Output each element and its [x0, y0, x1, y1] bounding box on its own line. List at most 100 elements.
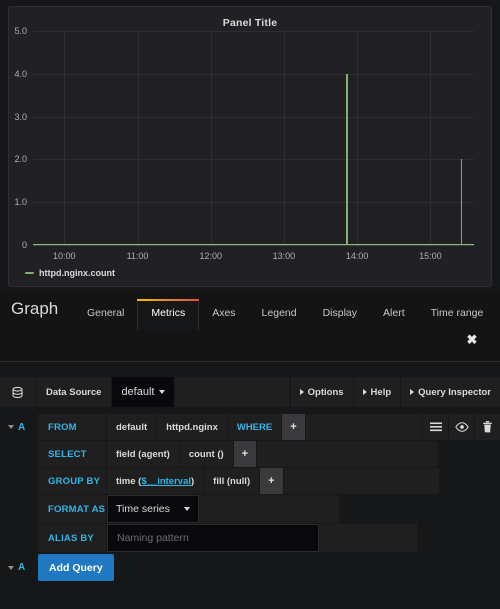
gridline-y-3 — [33, 116, 474, 118]
footer-ref-id: A — [18, 562, 26, 573]
x-tick-label: 11:00 — [126, 251, 149, 261]
data-spike — [460, 159, 463, 245]
query-row-actions — [422, 414, 500, 440]
alias-by-label: ALIAS BY — [38, 524, 107, 552]
series-baseline — [33, 244, 474, 245]
from-measurement-segment[interactable]: httpd.nginx — [157, 414, 228, 440]
group-by-fill-segment[interactable]: fill (null) — [204, 468, 261, 494]
help-button[interactable]: Help — [352, 377, 401, 407]
footer-collapse-handle[interactable]: A — [0, 554, 38, 581]
group-by-time-variable: $__interval — [141, 475, 191, 487]
gridline-x-1300 — [283, 31, 285, 245]
hamburger-icon[interactable] — [422, 414, 448, 440]
from-policy-segment[interactable]: default — [107, 414, 158, 440]
from-label: FROM — [38, 414, 107, 440]
query-row-format-as: FORMAT AS Time series — [0, 495, 500, 523]
add-group-by-button[interactable]: + — [260, 468, 284, 494]
query-row-from: A FROM default httpd.nginx WHERE + — [0, 414, 500, 440]
eye-icon[interactable] — [448, 414, 474, 440]
datasource-bar: Data Source default Options Help Query I… — [0, 377, 500, 407]
query-row-select: SELECT field (agent) count () + — [0, 441, 500, 467]
gridline-y-5 — [33, 31, 474, 32]
where-keyword-segment[interactable]: WHERE — [227, 414, 283, 440]
tab-time-range[interactable]: Time range — [418, 301, 497, 331]
y-tick-label: 1.0 — [14, 197, 27, 208]
gridline-x-1000 — [64, 31, 66, 245]
y-tick-label: 5.0 — [14, 26, 27, 36]
query-inspector-button[interactable]: Query Inspector — [400, 377, 500, 407]
options-button[interactable]: Options — [289, 377, 353, 407]
gridline-x-1100 — [137, 31, 139, 245]
query-row-group-by: GROUP BY time ($__interval) fill (null) … — [0, 468, 500, 494]
options-button-label: Options — [307, 386, 344, 398]
graph-panel: Panel Title 5.0 4.0 3.0 2.0 1.0 0 10:00 … — [8, 6, 492, 287]
add-select-part-button[interactable]: + — [233, 441, 258, 467]
y-tick-label: 0 — [21, 240, 27, 250]
y-tick-label: 2.0 — [14, 154, 27, 165]
x-axis-rule — [33, 245, 474, 246]
select-field-segment[interactable]: field (agent) — [107, 441, 180, 467]
database-icon — [0, 377, 36, 407]
x-tick-label: 15:00 — [419, 251, 442, 261]
chevron-right-icon — [410, 389, 415, 395]
tab-alert[interactable]: Alert — [370, 301, 418, 331]
alias-by-input[interactable] — [107, 524, 319, 552]
close-icon[interactable]: ✖ — [465, 333, 479, 347]
chevron-right-icon — [362, 389, 367, 395]
trash-icon[interactable] — [474, 414, 500, 440]
from-row-filler — [305, 414, 422, 440]
row-indent — [0, 468, 38, 494]
add-query-button[interactable]: Add Query — [38, 554, 114, 581]
gridline-x-1200 — [210, 31, 212, 245]
tab-metrics[interactable]: Metrics — [137, 299, 200, 331]
format-as-value: Time series — [116, 503, 170, 515]
tab-legend[interactable]: Legend — [249, 301, 310, 331]
group-by-time-suffix: ) — [191, 475, 195, 487]
group-by-time-prefix: time ( — [116, 475, 142, 487]
row-indent — [0, 524, 38, 552]
chevron-down-icon — [8, 425, 14, 429]
gridline-x-1400 — [357, 31, 359, 245]
query-inspector-button-label: Query Inspector — [418, 386, 491, 398]
chart-legend[interactable]: httpd.nginx.count — [25, 268, 115, 278]
format-as-row-filler — [198, 495, 339, 523]
tab-display[interactable]: Display — [310, 301, 370, 331]
panel-editor-tabbar: Graph General Metrics Axes Legend Displa… — [0, 293, 500, 362]
select-label: SELECT — [38, 441, 107, 467]
chevron-down-icon — [183, 507, 190, 511]
gridline-x-1500 — [430, 31, 432, 245]
add-where-button[interactable]: + — [282, 414, 306, 440]
query-row-alias-by: ALIAS BY — [0, 524, 500, 552]
format-as-select[interactable]: Time series — [107, 495, 199, 523]
query-collapse-handle[interactable]: A — [0, 414, 38, 440]
x-tick-label: 10:00 — [53, 251, 76, 261]
x-tick-label: 12:00 — [199, 251, 222, 261]
query-ref-id: A — [18, 421, 26, 433]
add-query-row: A Add Query — [0, 554, 500, 581]
tab-axes[interactable]: Axes — [199, 301, 248, 331]
panel-title: Panel Title — [222, 17, 278, 29]
datasource-select[interactable]: default — [112, 377, 176, 407]
query-editor: A FROM default httpd.nginx WHERE + SELEC… — [0, 414, 500, 581]
help-button-label: Help — [370, 386, 392, 398]
legend-series-label: httpd.nginx.count — [39, 268, 115, 278]
group-by-time-segment[interactable]: time ($__interval) — [107, 468, 205, 494]
tab-strip: General Metrics Axes Legend Display Aler… — [74, 299, 497, 331]
group-by-row-filler — [283, 468, 439, 494]
x-tick-label: 13:00 — [272, 251, 296, 261]
y-tick-label: 4.0 — [14, 68, 27, 79]
select-aggregate-segment[interactable]: count () — [179, 441, 234, 467]
chevron-right-icon — [299, 389, 304, 395]
x-tick-label: 14:00 — [345, 251, 369, 261]
tab-general[interactable]: General — [74, 301, 137, 331]
plot-area[interactable]: 5.0 4.0 3.0 2.0 1.0 0 10:00 11:00 12:00 … — [14, 26, 474, 261]
datasource-selected-value: default — [121, 386, 155, 398]
alias-by-row-filler — [319, 524, 417, 552]
gridline-y-4 — [33, 73, 474, 75]
row-indent — [0, 441, 38, 467]
gridline-y-1 — [33, 202, 474, 204]
legend-color-swatch — [25, 272, 34, 274]
datasource-label: Data Source — [36, 377, 113, 407]
editor-heading: Graph — [11, 299, 59, 318]
gridline-y-2 — [33, 159, 474, 161]
